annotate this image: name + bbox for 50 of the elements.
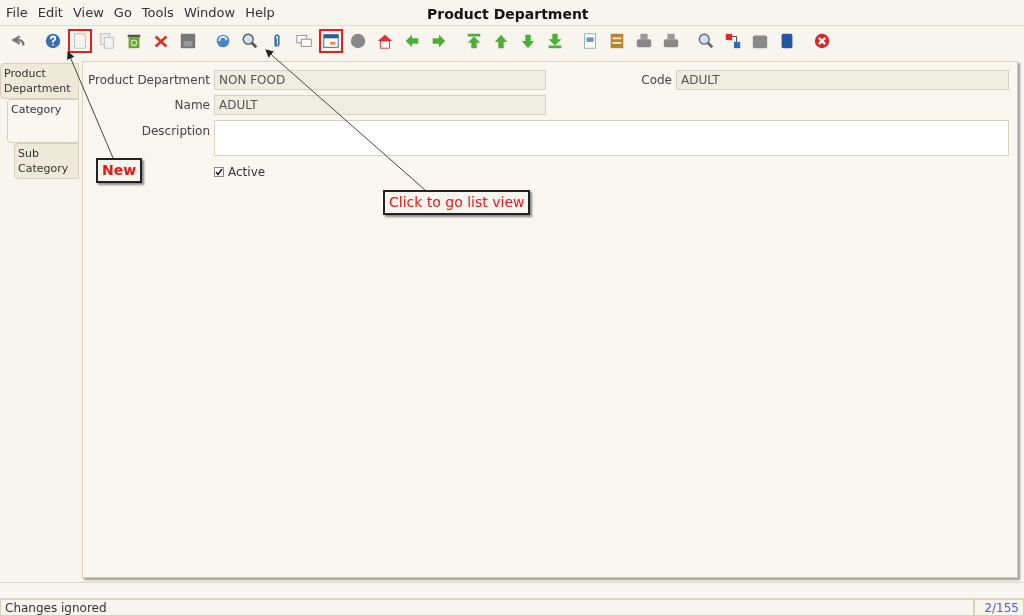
close-icon <box>813 32 831 50</box>
field-label: Description <box>140 123 210 140</box>
menu-item[interactable]: View <box>72 2 104 23</box>
printer-icon <box>662 32 680 50</box>
tab[interactable]: Product Department <box>0 63 79 99</box>
checkbox[interactable] <box>214 167 224 177</box>
blank-page-icon <box>71 32 89 50</box>
callout: Click to go list view <box>383 190 531 215</box>
input-field[interactable] <box>214 120 1009 156</box>
chat-icon <box>295 32 313 50</box>
copy-icon <box>98 32 116 50</box>
top-arrow-icon <box>465 32 483 50</box>
save-icon <box>179 32 197 50</box>
menu-item[interactable]: Help <box>245 2 275 23</box>
record-counter: 2/155 <box>974 599 1024 616</box>
checkbox-label: Active <box>228 164 266 181</box>
left-arrow-icon <box>403 32 421 50</box>
magnifier-icon <box>697 32 715 50</box>
recycle-bin-icon <box>125 32 143 50</box>
field-label: Code <box>640 72 672 89</box>
menu-item[interactable]: Edit <box>37 2 63 23</box>
home-icon <box>376 32 394 50</box>
callout: New <box>96 158 143 183</box>
input-field[interactable]: ADULT <box>676 70 1009 90</box>
menu-item[interactable]: File <box>6 2 28 23</box>
status-message: Changes ignored <box>0 599 974 616</box>
report-icon <box>581 32 599 50</box>
toolbar-button[interactable] <box>319 29 343 53</box>
help-icon <box>44 32 62 50</box>
tab[interactable]: Sub Category <box>14 143 79 179</box>
search-icon <box>241 32 259 50</box>
table-view-icon <box>322 32 340 50</box>
menu-item[interactable]: Tools <box>141 2 174 23</box>
bottom-arrow-icon <box>546 32 564 50</box>
up-arrow-icon <box>492 32 510 50</box>
circle-icon <box>349 32 367 50</box>
window-title: Product Department <box>427 5 589 24</box>
archive-icon <box>608 32 626 50</box>
refresh-icon <box>214 32 232 50</box>
tab[interactable]: Category <box>7 99 79 143</box>
input-field[interactable]: ADULT <box>214 95 546 115</box>
menu-item[interactable]: Go <box>113 2 132 23</box>
field-label: Name <box>173 97 210 114</box>
menu-item[interactable]: Window <box>183 2 236 23</box>
input-field[interactable]: NON FOOD <box>214 70 546 90</box>
workflow-icon <box>724 32 742 50</box>
printer-icon <box>635 32 653 50</box>
down-arrow-icon <box>519 32 537 50</box>
field-label: Product Department <box>87 72 210 89</box>
right-arrow-icon <box>430 32 448 50</box>
